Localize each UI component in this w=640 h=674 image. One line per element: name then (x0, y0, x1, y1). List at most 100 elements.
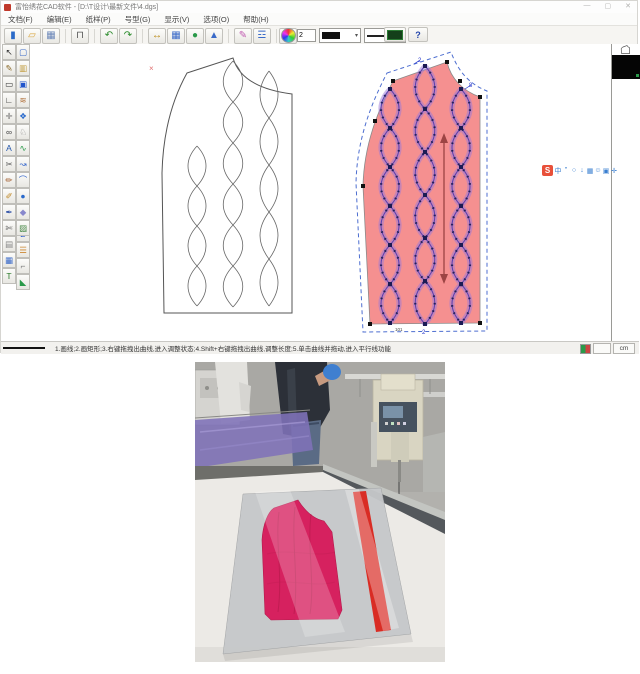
new-file-button[interactable]: ▮ (4, 28, 22, 44)
sogou-mic[interactable]: ↓ (578, 166, 586, 176)
quilt-tool[interactable]: ▥ (16, 60, 30, 76)
menu-file[interactable]: 文档(F) (1, 13, 40, 25)
cut-tool[interactable]: ✄ (2, 220, 16, 236)
vest-filled-piece[interactable]: 2 8 2 101 (356, 52, 487, 336)
close-button[interactable]: ✕ (625, 2, 631, 10)
wave-stitch-tool[interactable]: ∿ (16, 140, 30, 156)
line-width-input[interactable] (297, 29, 316, 42)
color-select-dropdown[interactable]: ▾ (319, 28, 361, 43)
photo-blue-glove (323, 364, 341, 380)
angle-tool[interactable]: ∟ (2, 92, 16, 108)
balance-button-icon: ☲ (258, 31, 267, 41)
color-wheel-button[interactable] (279, 28, 297, 44)
adjust-tool[interactable]: ✛ (2, 108, 16, 124)
spectacles-tool[interactable]: ∞ (2, 124, 16, 140)
status-bar: 1.画线;2.画矩形;3.右键拖拽出曲线,进入调整状态;4.Shift+右键拖拽… (1, 341, 639, 354)
sogou-clock-icon: ○ (572, 167, 576, 174)
undo-button[interactable]: ↶ (100, 28, 118, 44)
text-tool[interactable]: T (2, 268, 16, 284)
menu-size[interactable]: 号型(G) (118, 13, 158, 25)
drop-tool-icon: ● (20, 192, 25, 201)
select-tool[interactable]: ↖ (2, 44, 16, 60)
measure-button-icon: ↔ (152, 31, 162, 41)
status-hint: 1.画线;2.画矩形;3.右键拖拽出曲线,进入调整状态;4.Shift+右键拖拽… (55, 343, 391, 353)
applique-tool[interactable]: ❖ (16, 108, 30, 124)
pen-tool[interactable]: ✒ (2, 204, 16, 220)
sogou-punctuation-icon: ” (565, 167, 567, 174)
menu-bar: 文档(F)编辑(E)纸样(P)号型(G)显示(V)选项(O)帮助(H) (1, 13, 637, 25)
ruler-tool[interactable]: ▤ (2, 236, 16, 252)
grid-tool[interactable]: ▦ (2, 252, 16, 268)
arc-stitch-tool[interactable]: ⌒ (16, 172, 30, 188)
vest-outline-piece[interactable] (162, 58, 292, 313)
sogou-chinese-toggle[interactable]: 中 (554, 166, 562, 176)
scissors-tool-icon: ✂ (5, 160, 12, 169)
fill-bucket-button[interactable]: ● (186, 28, 204, 44)
fold-tool-icon: ≋ (19, 96, 26, 105)
sogou-logo-icon[interactable]: S (542, 165, 553, 176)
selected-color-block[interactable] (612, 55, 640, 79)
quilt-tool-icon: ▥ (19, 64, 27, 73)
pencil-tool-icon: ✎ (5, 64, 12, 73)
sogou-toolbox[interactable]: ▣ (602, 166, 610, 176)
balance-button[interactable]: ☲ (253, 28, 271, 44)
menu-help[interactable]: 帮助(H) (236, 13, 275, 25)
measure-button[interactable]: ↔ (148, 28, 166, 44)
curve-stitch-tool[interactable]: ↝ (16, 156, 30, 172)
delete-marker: × (149, 64, 154, 73)
letter-a-tool[interactable]: A (2, 140, 16, 156)
sogou-chinese-toggle-icon: 中 (555, 166, 562, 176)
piece-size-label: 101 (395, 327, 403, 332)
fold-tool[interactable]: ≋ (16, 92, 30, 108)
display-toggle-button[interactable] (384, 27, 406, 42)
grid-window-button[interactable]: ▦ (167, 28, 185, 44)
pyramid-button[interactable]: ▲ (205, 28, 223, 44)
pen-tool-icon: ✒ (5, 208, 12, 217)
undo-button-icon: ↶ (105, 31, 113, 41)
help-button[interactable]: ? (408, 27, 428, 42)
menu-edit[interactable]: 编辑(E) (40, 13, 79, 25)
patch-tool[interactable]: ◆ (16, 204, 30, 220)
rectangle-tool[interactable]: ▭ (2, 76, 16, 92)
save-button[interactable]: ▦ (42, 28, 60, 44)
status-color-icon (580, 344, 591, 354)
photo-purple-sheet (195, 410, 325, 480)
stitch-count-label-bottom: 2 (422, 330, 426, 336)
grid-tool-icon: ▦ (5, 256, 13, 265)
pencil-tool[interactable]: ✎ (2, 60, 16, 76)
sogou-keyboard[interactable]: ▦ (586, 166, 594, 176)
minimize-button[interactable]: — (584, 2, 591, 10)
current-color-swatch (322, 32, 340, 39)
sogou-account[interactable]: ☺ (594, 166, 602, 176)
frame-tool-button-icon: ⊓ (76, 31, 84, 41)
scissors-tool[interactable]: ✂ (2, 156, 16, 172)
sogou-punctuation[interactable]: ” (562, 166, 570, 176)
drop-tool[interactable]: ● (16, 188, 30, 204)
maximize-button[interactable]: ▢ (605, 2, 612, 10)
pattern-thumbnail-cell[interactable] (612, 44, 640, 55)
sogou-clock[interactable]: ○ (570, 166, 578, 176)
vest-outline-shape (162, 58, 292, 313)
color-block-mark (636, 74, 639, 77)
brush-tool[interactable]: ✐ (2, 188, 16, 204)
pyramid-button-icon: ▲ (209, 31, 219, 41)
frame-tool-button[interactable]: ⊓ (71, 28, 89, 44)
brush-button[interactable]: ✎ (234, 28, 252, 44)
menu-view[interactable]: 显示(V) (157, 13, 196, 25)
grid-window-button-icon: ▦ (171, 31, 180, 41)
sogou-settings[interactable]: ✛ (610, 166, 618, 176)
wave-stitch-tool-icon: ∿ (19, 144, 26, 153)
sogou-mic-icon: ↓ (580, 167, 584, 174)
redo-button[interactable]: ↷ (119, 28, 137, 44)
image-tool[interactable]: ▨ (16, 220, 30, 236)
arc-stitch-tool-icon: ⌒ (19, 176, 28, 185)
stitch-frame-tool-icon: ▢ (19, 48, 27, 57)
stitch-frame-tool[interactable]: ▢ (16, 44, 30, 60)
seam-tool[interactable]: ✏ (2, 172, 16, 188)
machine-frame-tool-icon: ▣ (19, 80, 27, 89)
motif-tool[interactable]: ♘ (16, 124, 30, 140)
open-file-button[interactable]: ▱ (23, 28, 41, 44)
menu-options[interactable]: 选项(O) (196, 13, 236, 25)
machine-frame-tool[interactable]: ▣ (16, 76, 30, 92)
menu-pattern[interactable]: 纸样(P) (79, 13, 118, 25)
